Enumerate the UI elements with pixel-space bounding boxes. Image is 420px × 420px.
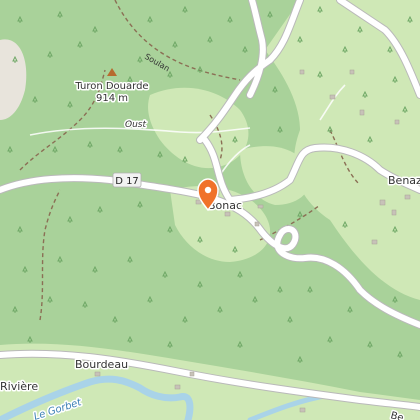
place-riviere-label: Rivière bbox=[0, 380, 38, 393]
stream-oust-label: Oust bbox=[125, 120, 146, 130]
road-shield-d17: D 17 bbox=[112, 172, 142, 188]
map-view[interactable]: Turon Douarde 914 m Oust Soulan Bonac Be… bbox=[0, 0, 420, 420]
peak-elevation-label: 914 m bbox=[96, 93, 128, 104]
map-canvas[interactable]: Turon Douarde 914 m Oust Soulan Bonac Be… bbox=[0, 0, 420, 420]
road-ref-label: D 17 bbox=[115, 176, 139, 187]
place-bourdeau-label: Bourdeau bbox=[75, 358, 128, 371]
place-benaz-label: Benaz bbox=[388, 174, 420, 187]
map-pin-dot bbox=[204, 186, 212, 194]
peak-name-label: Turon Douarde bbox=[74, 81, 148, 92]
